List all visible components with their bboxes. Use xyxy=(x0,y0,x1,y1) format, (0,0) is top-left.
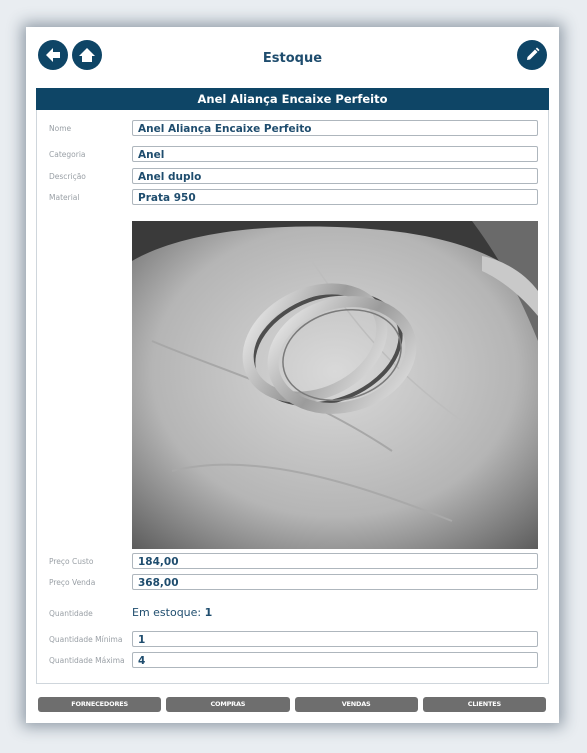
label-quantidade: Quantidade xyxy=(49,609,93,618)
product-details-card: Nome Anel Aliança Encaixe Perfeito Categ… xyxy=(36,110,549,684)
label-categoria: Categoria xyxy=(49,150,86,159)
page-title: Estoque xyxy=(262,51,323,66)
tab-clientes[interactable]: CLIENTES xyxy=(422,697,546,712)
tab-fornecedores[interactable]: FORNECEDORES xyxy=(38,697,162,712)
preco-custo-field[interactable]: 184,00 xyxy=(132,553,538,569)
label-preco-custo: Preço Custo xyxy=(49,557,94,566)
stock-quantity: Em estoque: 1 xyxy=(132,606,212,619)
bottom-tab-bar: FORNECEDORES COMPRAS VENDAS CLIENTES xyxy=(38,697,546,712)
label-quantidade-minima: Quantidade Mínima xyxy=(49,635,123,644)
nome-field[interactable]: Anel Aliança Encaixe Perfeito xyxy=(132,120,538,136)
header: Estoque xyxy=(26,27,559,87)
label-quantidade-maxima: Quantidade Máxima xyxy=(49,656,125,665)
label-material: Material xyxy=(49,193,80,202)
label-nome: Nome xyxy=(49,124,72,133)
material-field[interactable]: Prata 950 xyxy=(132,189,538,205)
edit-button[interactable] xyxy=(517,40,547,70)
stock-value: 1 xyxy=(204,606,213,619)
product-photo xyxy=(132,221,538,549)
pencil-icon xyxy=(527,47,540,60)
app-window: Estoque Anel Aliança Encaixe Perfeito No… xyxy=(26,27,559,723)
tab-vendas[interactable]: VENDAS xyxy=(294,697,418,712)
quantidade-minima-field[interactable]: 1 xyxy=(132,631,538,647)
preco-venda-field[interactable]: 368,00 xyxy=(132,574,538,590)
quantidade-maxima-field[interactable]: 4 xyxy=(132,652,538,668)
label-descricao: Descrição xyxy=(49,172,86,181)
label-preco-venda: Preço Venda xyxy=(49,578,96,587)
tab-compras[interactable]: COMPRAS xyxy=(166,697,290,712)
descricao-field[interactable]: Anel duplo xyxy=(132,168,538,184)
stock-prefix: Em estoque: xyxy=(132,606,205,619)
categoria-field[interactable]: Anel xyxy=(132,146,538,162)
product-title-bar: Anel Aliança Encaixe Perfeito xyxy=(36,88,549,110)
